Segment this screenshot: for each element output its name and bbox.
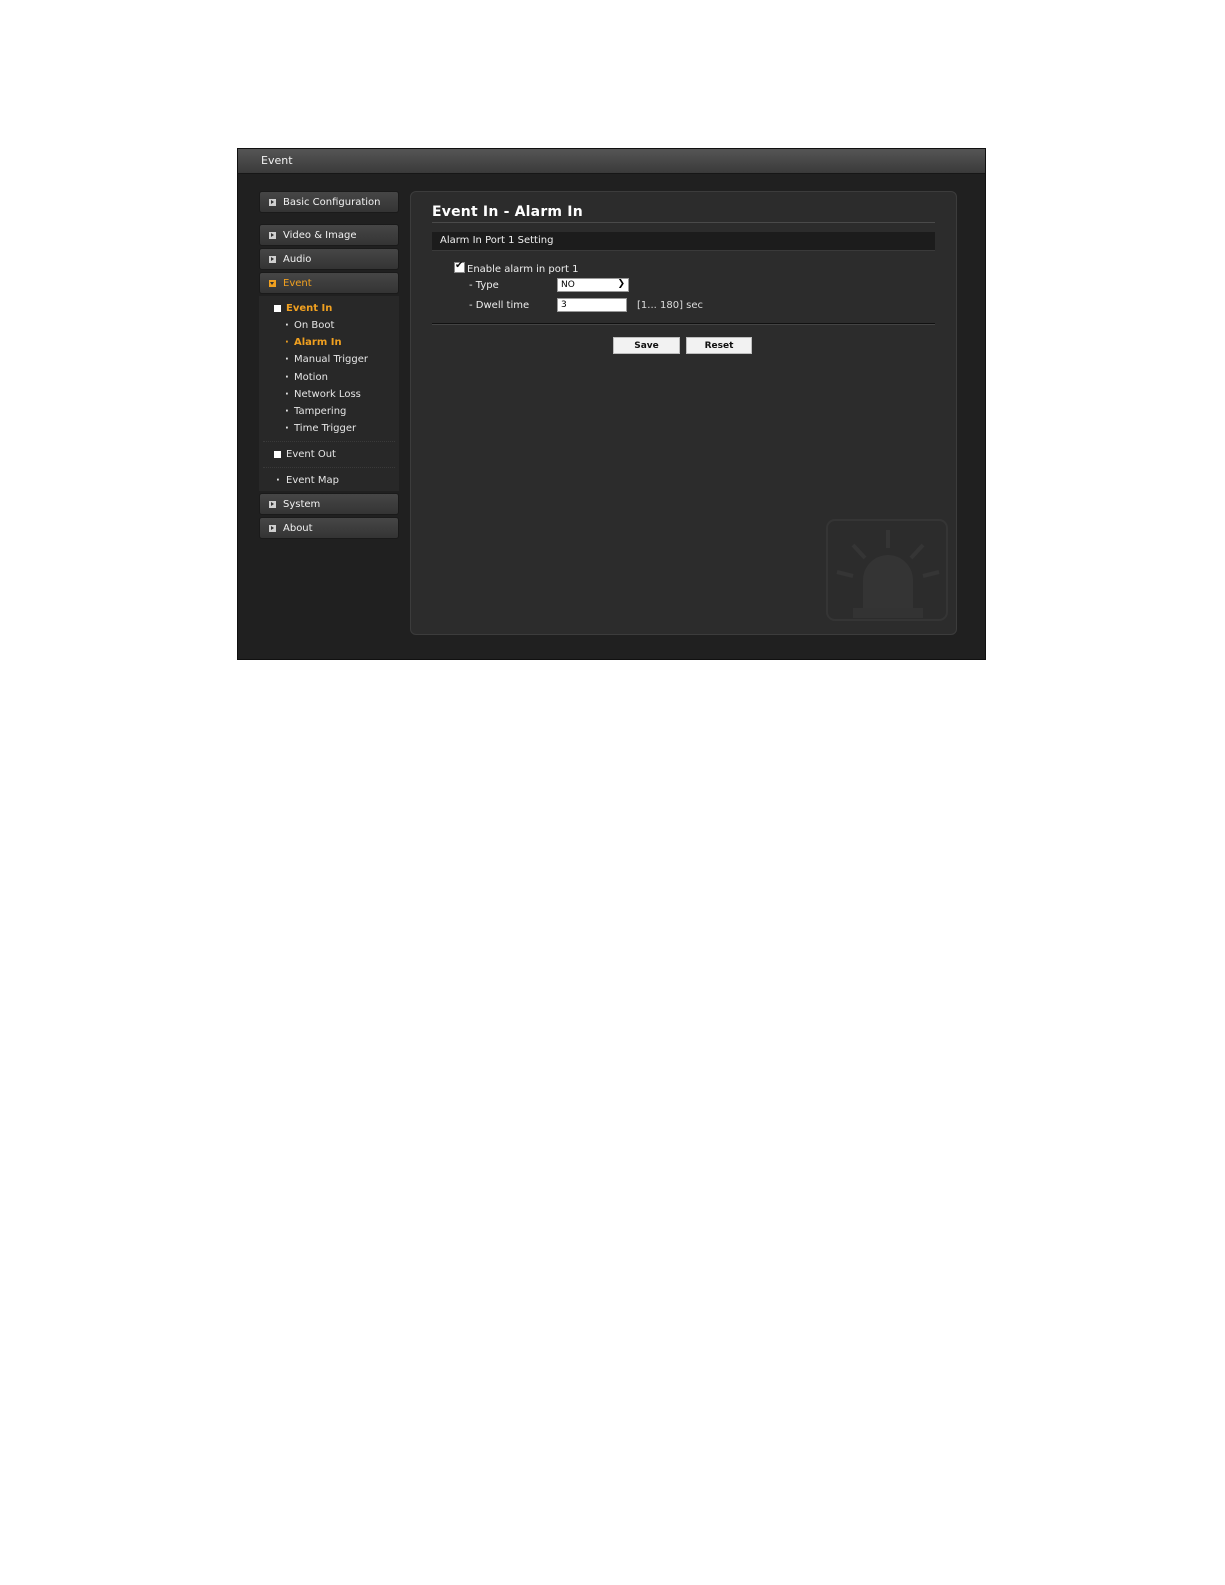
arrow-right-icon bbox=[269, 501, 276, 509]
type-label: - Type bbox=[469, 280, 499, 291]
menu-label: About bbox=[283, 523, 313, 535]
dwell-time-label: - Dwell time bbox=[469, 300, 530, 311]
submenu-label: Event In bbox=[286, 303, 333, 314]
submenu-item-manual-trigger[interactable]: Manual Trigger bbox=[259, 351, 399, 368]
menu-label: Audio bbox=[283, 254, 312, 265]
arrow-right-icon bbox=[269, 199, 276, 206]
divider bbox=[263, 441, 395, 443]
submenu-item-motion[interactable]: Motion bbox=[259, 369, 399, 386]
dwell-time-input[interactable]: 3 bbox=[557, 298, 627, 312]
arrow-right-icon bbox=[269, 232, 276, 239]
menu-event[interactable]: Event bbox=[259, 272, 399, 294]
submenu-item-tampering[interactable]: Tampering bbox=[259, 403, 399, 420]
type-select[interactable]: NO ❯ bbox=[557, 278, 629, 292]
enable-alarm-checkbox[interactable] bbox=[454, 260, 465, 273]
menu-video-image[interactable]: Video & Image bbox=[259, 224, 399, 246]
submenu-item-on-boot[interactable]: On Boot bbox=[259, 317, 399, 334]
submenu-item-label: Tampering bbox=[294, 405, 347, 417]
submenu-item-network-loss[interactable]: Network Loss bbox=[259, 386, 399, 403]
alarm-siren-icon bbox=[826, 519, 948, 621]
menu-system[interactable]: System bbox=[259, 493, 399, 516]
submenu-event-map[interactable]: Event Map bbox=[259, 472, 399, 489]
submenu-label: Event Map bbox=[286, 475, 339, 487]
dwell-time-range: [1... 180] sec bbox=[637, 300, 704, 311]
divider bbox=[263, 467, 395, 469]
submenu-item-time-trigger[interactable]: Time Trigger bbox=[259, 420, 399, 437]
menu-label: Video & Image bbox=[283, 230, 357, 241]
square-bullet-icon bbox=[274, 451, 281, 459]
save-button[interactable]: Save bbox=[613, 337, 680, 354]
arrow-right-icon bbox=[269, 256, 276, 263]
menu-basic-configuration[interactable]: Basic Configuration bbox=[259, 191, 399, 213]
menu-label: Basic Configuration bbox=[283, 197, 381, 208]
submenu-item-label: On Boot bbox=[294, 320, 335, 331]
section-header: Alarm In Port 1 Setting bbox=[432, 232, 935, 251]
submenu-item-label: Network Loss bbox=[294, 388, 361, 400]
type-select-value: NO bbox=[561, 280, 575, 290]
submenu-label: Event Out bbox=[286, 449, 336, 461]
submenu-item-label: Manual Trigger bbox=[294, 354, 369, 366]
square-bullet-icon bbox=[274, 305, 281, 312]
page-title: Event In - Alarm In bbox=[432, 204, 583, 220]
menu-about[interactable]: About bbox=[259, 517, 399, 540]
submenu-item-label: Time Trigger bbox=[294, 423, 357, 435]
submenu-item-label: Motion bbox=[294, 371, 328, 383]
menu-label: System bbox=[283, 499, 321, 511]
form-divider bbox=[432, 323, 935, 325]
chevron-down-icon: ❯ bbox=[617, 279, 625, 289]
arrow-right-icon bbox=[269, 525, 276, 533]
menu-label: Event bbox=[283, 278, 312, 289]
enable-alarm-label: Enable alarm in port 1 bbox=[467, 264, 579, 275]
content-panel: Event In - Alarm In Alarm In Port 1 Sett… bbox=[410, 191, 957, 635]
sidebar: Basic Configuration Video & Image Audio … bbox=[259, 191, 399, 541]
submenu-item-label: Alarm In bbox=[294, 337, 342, 349]
arrow-down-icon bbox=[269, 280, 276, 287]
title-divider bbox=[432, 222, 935, 223]
submenu-item-alarm-in[interactable]: Alarm In bbox=[259, 334, 399, 351]
event-submenu: Event In On Boot Alarm In Manual Trigger… bbox=[259, 296, 399, 492]
submenu-event-out[interactable]: Event Out bbox=[259, 446, 399, 463]
title-bar: Event bbox=[238, 149, 985, 174]
submenu-event-in[interactable]: Event In bbox=[259, 300, 399, 317]
menu-audio[interactable]: Audio bbox=[259, 248, 399, 270]
section-title: Alarm In Port 1 Setting bbox=[440, 235, 554, 246]
reset-button[interactable]: Reset bbox=[686, 337, 752, 354]
app-window: Event Basic Configuration Video & Image … bbox=[237, 148, 986, 660]
window-title: Event bbox=[261, 154, 293, 167]
